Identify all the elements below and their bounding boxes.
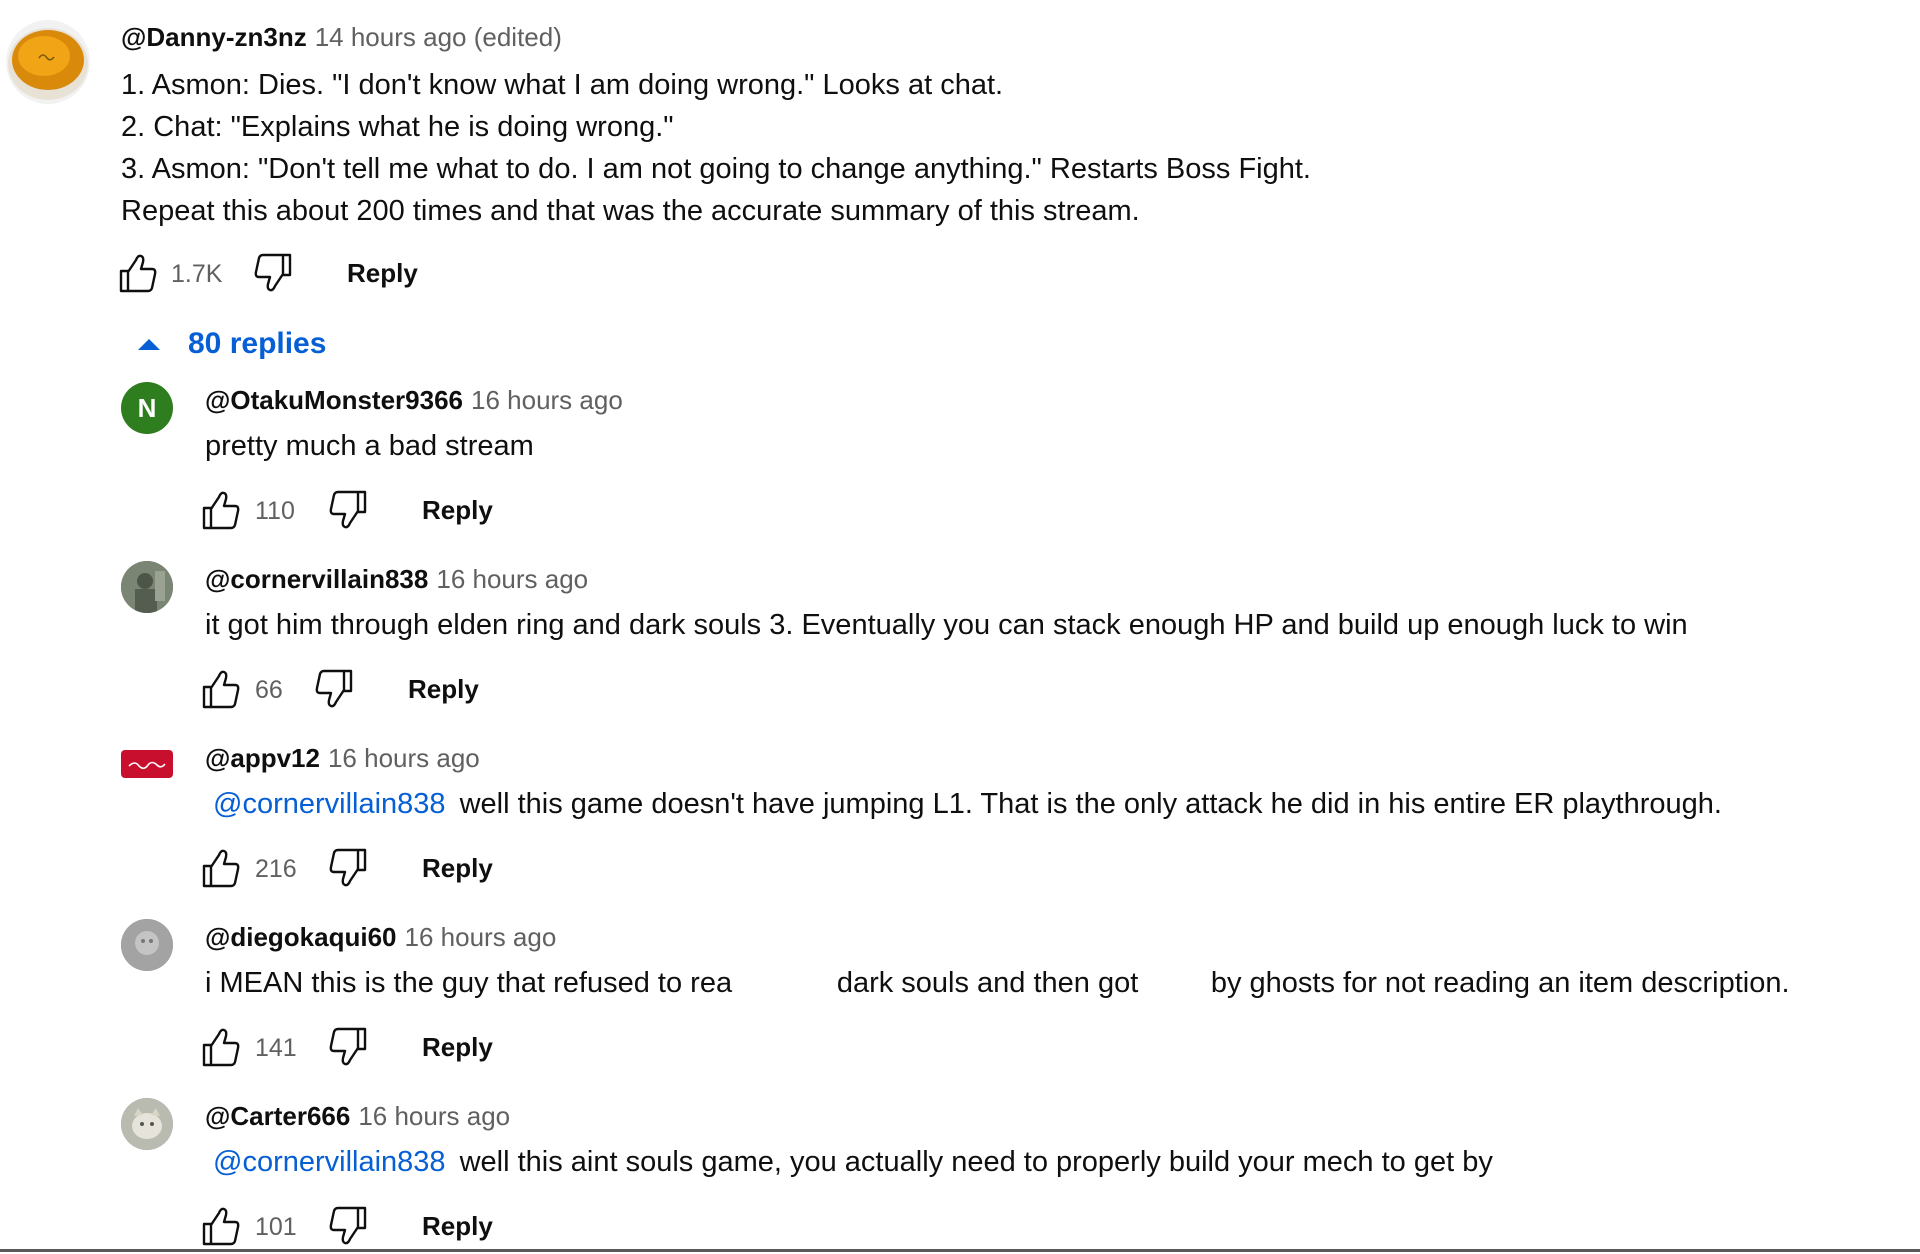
comment-text-line-2: 2. Chat: "Explains what he is doing wron… [121, 111, 674, 143]
comment-text-line-1: 1. Asmon: Dies. "I don't know what I am … [121, 69, 1004, 101]
thumbs-up-icon [119, 254, 157, 293]
replies-toggle[interactable]: 80 replies [130, 322, 326, 366]
thumbs-up-icon [202, 1207, 240, 1246]
comment-text: i MEAN this is the guy that refused to r… [205, 962, 1790, 1004]
reply-comment: N @OtakuMonster9366 16 hours ago pretty m… [0, 370, 1920, 540]
thumbs-up-icon [202, 1028, 240, 1067]
top-comment: @Danny-zn3nz 14 hours ago (edited) 1. Asm… [0, 0, 1920, 310]
comment-header: @diegokaqui60 16 hours ago [205, 922, 556, 953]
comment-text: pretty much a bad stream [205, 425, 534, 467]
avatar[interactable] [121, 561, 173, 613]
timestamp[interactable]: 16 hours ago [358, 1101, 510, 1131]
reply-comment: @Carter666 16 hours ago @cornervillain838… [0, 1086, 1920, 1252]
thumbs-down-icon [329, 1206, 367, 1245]
author-name[interactable]: @appv12 [205, 743, 320, 773]
mention-link[interactable]: @cornervillain838 [213, 788, 446, 820]
avatar[interactable] [121, 1098, 173, 1150]
thumbs-down-icon [329, 490, 367, 529]
timestamp[interactable]: 16 hours ago [328, 743, 480, 773]
like-button[interactable] [200, 667, 244, 711]
comment-text: it got him through elden ring and dark s… [205, 604, 1688, 646]
dislike-button[interactable] [325, 488, 369, 532]
comment-actions: 66 Reply [200, 667, 600, 717]
avatar[interactable] [121, 750, 173, 778]
dislike-button[interactable] [325, 846, 369, 890]
replies-count-label: 80 replies [188, 327, 327, 360]
author-name[interactable]: @cornervillain838 [205, 564, 428, 594]
avatar[interactable] [6, 20, 90, 104]
timestamp[interactable]: 16 hours ago [405, 922, 557, 952]
author-name[interactable]: @Danny-zn3nz [121, 22, 307, 52]
comment-text: @cornervillain838 well this game doesn't … [205, 783, 1722, 825]
comment-header: @cornervillain838 16 hours ago [205, 564, 588, 595]
photo-avatar-icon [121, 1098, 173, 1150]
like-button[interactable] [200, 1204, 244, 1248]
thumbs-up-icon [202, 849, 240, 888]
author-name[interactable]: @OtakuMonster9366 [205, 385, 463, 415]
reply-button[interactable]: Reply [408, 674, 479, 705]
like-button[interactable] [200, 846, 244, 890]
comment-text-line-3: 3. Asmon: "Don't tell me what to do. I a… [121, 153, 1311, 185]
dislike-button[interactable] [250, 251, 294, 295]
reply-button[interactable]: Reply [347, 258, 418, 289]
comment-actions: 216 Reply [200, 846, 600, 896]
thumbs-up-icon [202, 491, 240, 530]
like-count: 216 [255, 855, 297, 883]
brand-logo-icon [128, 761, 166, 770]
author-name[interactable]: @diegokaqui60 [205, 922, 397, 952]
comment-header: @appv12 16 hours ago [205, 743, 480, 774]
comment-text-line-4: Repeat this about 200 times and that was… [121, 195, 1140, 227]
thumbs-down-icon [315, 669, 353, 708]
like-count: 66 [255, 676, 283, 704]
comment-header: @Danny-zn3nz 14 hours ago (edited) [121, 22, 562, 53]
thumbs-down-icon [329, 1027, 367, 1066]
comment-header: @OtakuMonster9366 16 hours ago [205, 385, 623, 416]
photo-avatar-icon [121, 919, 173, 971]
comment-body: pretty much a bad stream [205, 430, 534, 462]
like-count: 1.7K [171, 260, 223, 288]
thumbs-down-icon [329, 848, 367, 887]
comment-body: it got him through elden ring and dark s… [205, 609, 1688, 641]
reply-comment: @appv12 16 hours ago @cornervillain838 wel… [0, 728, 1920, 898]
reply-button[interactable]: Reply [422, 1032, 493, 1063]
comment-thread: @Danny-zn3nz 14 hours ago (edited) 1. Asm… [0, 0, 1920, 1252]
timestamp[interactable]: 14 hours ago (edited) [315, 22, 562, 52]
dislike-button[interactable] [311, 667, 355, 711]
comment-body: well this game doesn't have jumping L1. … [459, 788, 1722, 820]
like-button[interactable] [117, 251, 161, 295]
timestamp[interactable]: 16 hours ago [436, 564, 588, 594]
like-count: 110 [255, 497, 295, 525]
reply-button[interactable]: Reply [422, 853, 493, 884]
comment-actions: 1.7K Reply [117, 251, 517, 301]
comment-body: well this aint souls game, you actually … [459, 1146, 1493, 1178]
thumbs-down-icon [254, 253, 292, 292]
like-count: 141 [255, 1034, 297, 1062]
mention-link[interactable]: @cornervillain838 [213, 1146, 446, 1178]
dislike-button[interactable] [325, 1025, 369, 1069]
avatar[interactable]: N [121, 382, 173, 434]
comment-actions: 141 Reply [200, 1025, 600, 1075]
thumbs-up-icon [202, 670, 240, 709]
avatar-letter: N [137, 392, 157, 423]
comment-actions: 110 Reply [200, 488, 600, 538]
soup-bowl-icon [8, 28, 88, 100]
like-button[interactable] [200, 488, 244, 532]
timestamp[interactable]: 16 hours ago [471, 385, 623, 415]
like-count: 101 [255, 1213, 297, 1241]
caret-up-icon [138, 338, 160, 350]
comment-actions: 101 Reply [200, 1204, 600, 1254]
reply-button[interactable]: Reply [422, 1211, 493, 1242]
reply-comment: @diegokaqui60 16 hours ago i MEAN this is… [0, 907, 1920, 1077]
comment-text: @cornervillain838 well this aint souls ga… [205, 1141, 1493, 1183]
photo-avatar-icon [121, 561, 173, 613]
like-button[interactable] [200, 1025, 244, 1069]
comment-header: @Carter666 16 hours ago [205, 1101, 510, 1132]
comment-body: i MEAN this is the guy that refused to r… [205, 967, 1790, 999]
reply-button[interactable]: Reply [422, 495, 493, 526]
reply-comment: @cornervillain838 16 hours ago it got him… [0, 549, 1920, 719]
dislike-button[interactable] [325, 1204, 369, 1248]
author-name[interactable]: @Carter666 [205, 1101, 350, 1131]
avatar[interactable] [121, 919, 173, 971]
